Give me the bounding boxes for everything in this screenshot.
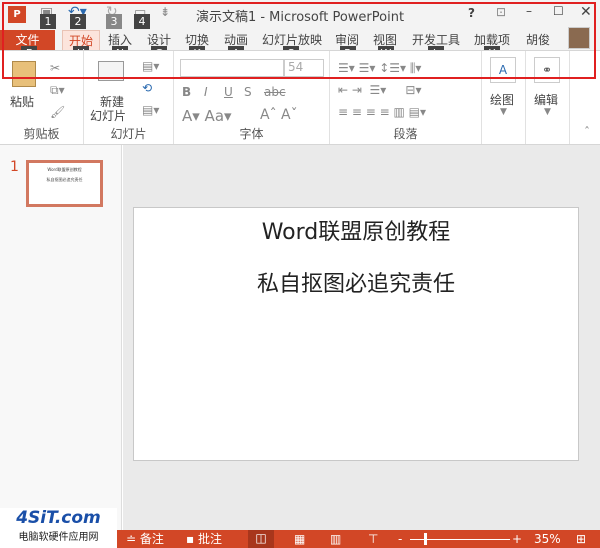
watermark-sub-text: 电脑软硬件应用网: [18, 532, 99, 543]
editing-dropdown-icon[interactable]: ▼: [544, 107, 551, 117]
user-name[interactable]: 胡俊: [526, 30, 550, 50]
notes-button[interactable]: ≐ 备注: [126, 531, 164, 547]
paragraph-group: ☰▾ ☰▾ ↕☰▾ ⫼▾ ⇤ ⇥ ☰▾ ⊟▾ ≡ ≡ ≡ ≡ ▥ ▤▾ 段落: [330, 51, 482, 144]
paste-button[interactable]: 粘贴: [10, 93, 34, 110]
thumbnail-pane[interactable]: 1 Word联盟原创教程 私自抠图必追究责任: [0, 145, 122, 530]
slide-thumbnail[interactable]: Word联盟原创教程 私自抠图必追究责任: [26, 160, 103, 207]
new-slide-icon[interactable]: [98, 61, 124, 81]
indent-icon[interactable]: ⇤ ⇥ ☰▾ ⊟▾: [338, 83, 421, 97]
section-icon[interactable]: ▤▾: [142, 103, 159, 117]
watermark-logo: 4SiT.com 电脑软硬件应用网: [0, 508, 117, 548]
font-name-input[interactable]: [180, 59, 284, 77]
paste-icon[interactable]: [12, 61, 36, 87]
slide-subtitle[interactable]: 私自抠图必追究责任: [134, 266, 578, 298]
minimize-button[interactable]: –: [526, 4, 532, 18]
font-size-input[interactable]: 54: [284, 59, 324, 77]
slideshow-icon[interactable]: ⊤: [368, 531, 378, 547]
zoom-out-button[interactable]: -: [398, 531, 402, 547]
thumb-line-2: 私自抠图必追究责任: [46, 177, 83, 182]
reset-icon[interactable]: ⟲: [142, 81, 152, 95]
ribbon-tabs: 文件 开始 插入 设计 切换 动画 幻灯片放映 审阅 视图 开发工具 加载项 胡…: [0, 27, 600, 50]
slide-canvas[interactable]: Word联盟原创教程 私自抠图必追究责任: [133, 207, 579, 461]
drawing-group: A 绘图 ▼: [482, 51, 526, 144]
slides-group: 新建 幻灯片 ▤▾ ⟲ ▤▾ 幻灯片: [84, 51, 174, 144]
drawing-button[interactable]: 绘图: [490, 91, 514, 108]
notes-label: 备注: [139, 532, 164, 546]
comments-label: 批注: [197, 532, 222, 546]
collapse-ribbon-icon[interactable]: ˆ: [584, 125, 590, 139]
editing-button[interactable]: 编辑: [534, 91, 558, 108]
layout-icon[interactable]: ▤▾: [142, 59, 159, 73]
zoom-level[interactable]: 35%: [534, 531, 561, 547]
watermark-logo-text: 4SiT.com: [16, 508, 101, 528]
help-button[interactable]: ?: [468, 6, 475, 20]
maximize-button[interactable]: ☐: [553, 4, 564, 18]
ribbon-display-options-icon[interactable]: ⊡: [496, 5, 506, 19]
font-label: 字体: [239, 127, 264, 141]
reading-view-icon[interactable]: ▥: [330, 531, 341, 547]
grow-font-icon[interactable]: Aˆ Aˇ: [260, 107, 298, 123]
shadow-icon[interactable]: S: [244, 85, 252, 99]
align-icon[interactable]: ≡ ≡ ≡ ≡ ▥ ▤▾: [338, 105, 426, 119]
editing-group: ⚭ 编辑 ▼: [526, 51, 570, 144]
thumb-line-1: Word联盟原创教程: [47, 167, 82, 172]
paragraph-label: 段落: [393, 127, 418, 141]
new-slide-dropdown[interactable]: 幻灯片: [90, 107, 126, 124]
zoom-slider-thumb[interactable]: [424, 533, 427, 545]
fit-to-window-icon[interactable]: ⊞: [576, 531, 586, 547]
italic-icon[interactable]: I: [204, 85, 208, 99]
font-size-inc-icon[interactable]: A▾ Aa▾: [182, 107, 232, 125]
copy-icon[interactable]: ⧉▾: [50, 83, 65, 98]
title-bar: P ▣ ↶▾ ↻ ▭ ⇟ 1 2 3 4 演示文稿1 - Microsoft P…: [0, 0, 600, 30]
window-title: 演示文稿1 - Microsoft PowerPoint: [195, 10, 405, 25]
clipboard-label: 剪贴板: [23, 127, 60, 141]
slide-number: 1: [10, 159, 19, 175]
strikethrough-icon[interactable]: abc: [264, 85, 286, 99]
slides-label: 幻灯片: [110, 127, 147, 141]
bullets-icon[interactable]: ☰▾ ☰▾ ↕☰▾ ⫼▾: [338, 61, 421, 76]
slide-title[interactable]: Word联盟原创教程: [134, 214, 578, 246]
clipboard-group: 粘贴 ✂ ⧉▾ 🖌 剪贴板: [0, 51, 84, 144]
underline-icon[interactable]: U: [224, 85, 233, 99]
format-painter-icon[interactable]: 🖌: [50, 105, 65, 119]
find-icon[interactable]: ⚭: [534, 57, 560, 83]
slide-sorter-icon[interactable]: ▦: [294, 531, 305, 547]
ribbon: 粘贴 ✂ ⧉▾ 🖌 剪贴板 新建 幻灯片 ▤▾ ⟲ ▤▾ 幻灯片 54 B I …: [0, 50, 600, 145]
normal-view-icon[interactable]: ◫: [248, 530, 274, 548]
font-group: 54 B I U S abc A▾ Aa▾ Aˆ Aˇ 字体: [174, 51, 330, 144]
cut-icon[interactable]: ✂: [50, 61, 60, 75]
drawing-dropdown-icon[interactable]: ▼: [500, 107, 507, 117]
close-button[interactable]: ✕: [580, 4, 592, 20]
comments-button[interactable]: ▪ 批注: [186, 531, 222, 547]
bold-icon[interactable]: B: [182, 85, 191, 99]
shapes-icon[interactable]: A: [490, 57, 516, 83]
zoom-in-button[interactable]: +: [512, 531, 522, 547]
user-avatar[interactable]: [568, 27, 590, 49]
